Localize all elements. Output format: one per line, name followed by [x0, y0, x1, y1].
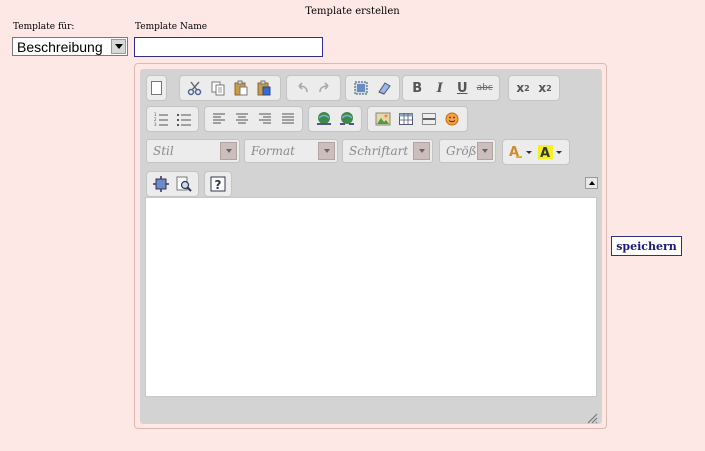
page-title: Template erstellen — [305, 6, 400, 17]
toolbar-group-lists: 123 — [146, 106, 199, 132]
numbered-list-icon[interactable]: 123 — [150, 109, 173, 129]
format-label: Format — [251, 144, 295, 158]
horizontal-rule-icon[interactable] — [417, 109, 440, 129]
chevron-up-icon — [588, 181, 595, 185]
table-icon[interactable] — [394, 109, 417, 129]
toolbar-group-insert — [367, 106, 468, 132]
justify-icon[interactable] — [276, 109, 299, 129]
about-icon[interactable]: ? — [208, 174, 228, 194]
unlink-icon[interactable] — [335, 109, 358, 129]
svg-text:A: A — [540, 146, 550, 160]
toolbar-group-scripts: x2 x2 — [508, 75, 560, 101]
align-center-icon[interactable] — [231, 109, 254, 129]
bold-icon[interactable]: B — [406, 78, 429, 98]
editor-content-area[interactable] — [145, 197, 597, 397]
toolbar-group-history — [286, 75, 341, 101]
font-dropdown[interactable]: Schriftart — [342, 139, 433, 163]
bg-color-icon[interactable]: A — [536, 142, 566, 162]
cut-icon[interactable] — [183, 78, 206, 98]
size-dropdown[interactable]: Größ — [439, 139, 496, 163]
chevron-down-icon[interactable] — [318, 142, 335, 160]
superscript-icon[interactable]: x2 — [534, 78, 556, 98]
copy-icon[interactable] — [206, 78, 229, 98]
maximize-icon[interactable] — [150, 174, 173, 194]
svg-text:?: ? — [215, 178, 222, 192]
resize-grip-icon[interactable] — [586, 409, 598, 424]
styles-dropdown[interactable]: Stil — [146, 139, 240, 163]
editor-frame: B I U abc x2 x2 123 Stil Format Schrifta… — [140, 69, 602, 424]
text-color-icon[interactable]: A — [506, 142, 536, 162]
chevron-down-icon[interactable] — [476, 142, 493, 160]
undo-icon[interactable] — [290, 78, 313, 98]
toolbar-group-about: ? — [204, 171, 232, 197]
strike-icon[interactable]: abc — [474, 78, 497, 98]
italic-icon[interactable]: I — [429, 78, 452, 98]
chevron-down-icon[interactable] — [413, 142, 430, 160]
paste-word-icon[interactable] — [252, 78, 275, 98]
toolbar-group-select — [345, 75, 400, 101]
image-icon[interactable] — [371, 109, 394, 129]
bulleted-list-icon[interactable] — [173, 109, 196, 129]
subscript-icon[interactable]: x2 — [512, 78, 534, 98]
superscript-digit: 2 — [546, 83, 552, 93]
toolbar-group-document — [146, 75, 167, 101]
toolbar-group-align — [204, 106, 303, 132]
styles-label: Stil — [153, 144, 174, 158]
toolbar-group-tools — [146, 171, 199, 197]
link-icon[interactable] — [312, 109, 335, 129]
redo-icon[interactable] — [313, 78, 336, 98]
preview-icon[interactable] — [173, 174, 196, 194]
template-name-input[interactable] — [134, 37, 323, 57]
align-right-icon[interactable] — [254, 109, 277, 129]
align-left-icon[interactable] — [208, 109, 231, 129]
save-button[interactable]: speichern — [611, 236, 682, 256]
chevron-down-icon[interactable] — [220, 142, 237, 160]
toolbar-group-clipboard — [179, 75, 281, 101]
chevron-down-icon[interactable] — [111, 39, 126, 54]
underline-icon[interactable]: U — [451, 78, 474, 98]
template-name-label: Template Name — [135, 22, 208, 32]
template-for-value: Beschreibung — [17, 38, 103, 55]
smiley-icon[interactable] — [440, 109, 463, 129]
size-label: Größ — [446, 144, 477, 158]
toolbar-group-basic-styles: B I U abc — [402, 75, 500, 101]
paste-icon[interactable] — [229, 78, 252, 98]
select-all-icon[interactable] — [349, 78, 372, 98]
toolbar-group-colors: A A — [502, 139, 570, 165]
remove-format-icon[interactable] — [372, 78, 395, 98]
toolbar-collapse-button[interactable] — [585, 177, 598, 189]
font-label: Schriftart — [349, 144, 409, 158]
toolbar-group-links — [308, 106, 362, 132]
template-for-label: Template für: — [13, 22, 75, 32]
rich-text-editor: B I U abc x2 x2 123 Stil Format Schrifta… — [134, 63, 607, 429]
subscript-digit: 2 — [524, 83, 530, 93]
template-for-select[interactable]: Beschreibung — [12, 37, 128, 56]
format-dropdown[interactable]: Format — [244, 139, 338, 163]
svg-text:3: 3 — [154, 122, 157, 126]
new-page-icon[interactable] — [147, 78, 166, 98]
